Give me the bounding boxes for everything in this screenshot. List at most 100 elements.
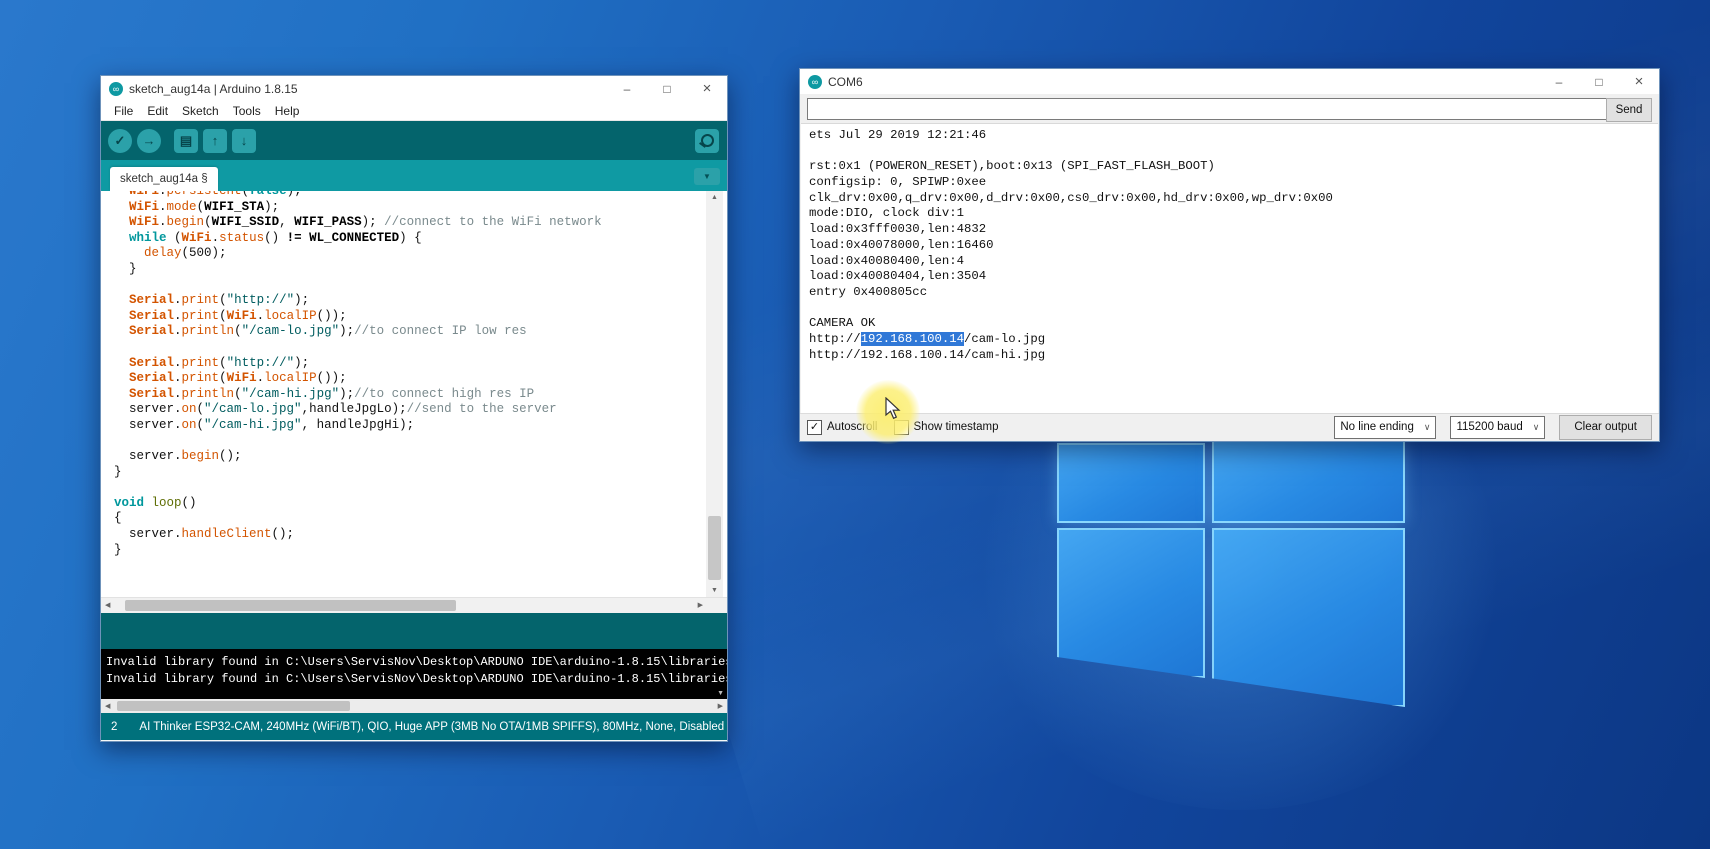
text-line: load:0x40080404,len:3504: [809, 269, 1333, 285]
menu-edit[interactable]: Edit: [140, 104, 175, 118]
text-line: delay(500);: [114, 246, 705, 262]
serial-send-row: Send: [800, 95, 1659, 123]
arduino-app-icon: ∞: [109, 82, 123, 96]
serial-titlebar[interactable]: ∞ COM6 – □ ×: [800, 69, 1659, 94]
send-button[interactable]: Send: [1606, 98, 1652, 122]
text-line: [114, 434, 705, 450]
text-line: Serial.print(WiFi.localIP());: [114, 309, 705, 325]
text-line: http://192.168.100.14/cam-lo.jpg: [809, 332, 1333, 348]
menu-sketch[interactable]: Sketch: [175, 104, 226, 118]
text-line: while (WiFi.status() != WL_CONNECTED) {: [114, 231, 705, 247]
text-line: server.on("/cam-lo.jpg",handleJpgLo);//s…: [114, 402, 705, 418]
verify-icon: ✓: [115, 133, 126, 149]
baud-rate-value: 115200 baud: [1456, 421, 1522, 433]
text-line: load:0x40078000,len:16460: [809, 238, 1333, 254]
serial-monitor-button[interactable]: [695, 129, 719, 153]
text-line: }: [114, 543, 705, 559]
serial-close-button[interactable]: ×: [1619, 69, 1659, 94]
clear-output-button[interactable]: Clear output: [1559, 415, 1652, 440]
menu-tools[interactable]: Tools: [226, 104, 268, 118]
open-button[interactable]: ↑: [203, 129, 227, 153]
text-line: Serial.print("http://");: [114, 356, 705, 372]
text-line: clk_drv:0x00,q_drv:0x00,d_drv:0x00,cs0_d…: [809, 191, 1333, 207]
ide-menubar: File Edit Sketch Tools Help: [101, 101, 727, 121]
new-sketch-icon: ▤: [180, 133, 192, 149]
text-line: server.on("/cam-hi.jpg", handleJpgHi);: [114, 418, 705, 434]
windows-logo-pane: [1057, 528, 1205, 678]
line-ending-select[interactable]: No line ending ∨: [1334, 416, 1436, 439]
text-line: server.handleClient();: [114, 527, 705, 543]
menu-help[interactable]: Help: [268, 104, 307, 118]
chevron-down-icon: ▼: [703, 172, 711, 181]
mouse-cursor: [885, 397, 902, 426]
new-sketch-button[interactable]: ▤: [174, 129, 198, 153]
text-line: WiFi.mode(WIFI_STA);: [114, 200, 705, 216]
arduino-ide-window: ∞ sketch_aug14a | Arduino 1.8.15 – □ × F…: [100, 75, 728, 742]
text-line: mode:DIO, clock div:1: [809, 206, 1333, 222]
show-timestamp-label: Show timestamp: [914, 421, 999, 433]
scroll-up-icon[interactable]: ▲: [706, 194, 723, 201]
console-hscroll-thumb[interactable]: [117, 701, 350, 711]
editor-vscroll-thumb[interactable]: [708, 516, 721, 580]
serial-output-text: ets Jul 29 2019 12:21:46 rst:0x1 (POWERO…: [809, 128, 1333, 363]
text-line: }: [114, 262, 705, 278]
text-line: load:0x3fff0030,len:4832: [809, 222, 1333, 238]
text-line: [114, 278, 705, 294]
editor-horizontal-scrollbar[interactable]: ◀ ▶: [101, 597, 727, 613]
editor-vertical-scrollbar[interactable]: ▲ ▼: [706, 191, 723, 597]
scroll-left-icon[interactable]: ◀: [105, 702, 110, 710]
text-line: [809, 301, 1333, 317]
upload-button[interactable]: →: [137, 129, 161, 153]
menu-file[interactable]: File: [107, 104, 140, 118]
serial-maximize-button[interactable]: □: [1579, 69, 1619, 94]
scroll-left-icon[interactable]: ◀: [105, 601, 110, 609]
ide-statusbar: 2 AI Thinker ESP32-CAM, 240MHz (WiFi/BT)…: [101, 713, 727, 740]
scroll-right-icon[interactable]: ▶: [718, 702, 723, 710]
sketch-tab[interactable]: sketch_aug14a §: [110, 167, 218, 191]
baud-rate-select[interactable]: 115200 baud ∨: [1450, 416, 1545, 439]
ide-close-button[interactable]: ×: [687, 76, 727, 101]
editor-hscroll-thumb[interactable]: [125, 600, 456, 611]
line-ending-value: No line ending: [1340, 421, 1414, 433]
text-line: http://192.168.100.14/cam-hi.jpg: [809, 348, 1333, 364]
ide-maximize-button[interactable]: □: [647, 76, 687, 101]
ide-toolbar: ✓ → ▤ ↑ ↓: [101, 121, 727, 160]
save-button[interactable]: ↓: [232, 129, 256, 153]
serial-minimize-button[interactable]: –: [1539, 69, 1579, 94]
serial-output-area[interactable]: ets Jul 29 2019 12:21:46 rst:0x1 (POWERO…: [801, 123, 1658, 414]
text-line: Serial.println("/cam-hi.jpg");//to conne…: [114, 387, 705, 403]
text-line: Invalid library found in C:\Users\Servis…: [106, 671, 713, 688]
verify-button[interactable]: ✓: [108, 129, 132, 153]
text-line: [114, 480, 705, 496]
text-line: CAMERA OK: [809, 316, 1333, 332]
text-line: entry 0x400805cc: [809, 285, 1333, 301]
chevron-down-icon: ∨: [1533, 422, 1540, 433]
upload-icon: →: [143, 133, 156, 148]
text-line: }: [114, 465, 705, 481]
scroll-down-icon[interactable]: ▼: [717, 690, 724, 697]
ide-minimize-button[interactable]: –: [607, 76, 647, 101]
console-output: Invalid library found in C:\Users\Servis…: [106, 654, 713, 687]
ide-console[interactable]: Invalid library found in C:\Users\Servis…: [101, 649, 727, 699]
text-line: {: [114, 511, 705, 527]
scroll-down-icon[interactable]: ▼: [706, 587, 723, 594]
text-line: Serial.println("/cam-lo.jpg");//to conne…: [114, 324, 705, 340]
serial-input[interactable]: [807, 98, 1609, 120]
code-area[interactable]: WiFi.persistent(false); WiFi.mode(WIFI_S…: [114, 191, 705, 558]
windows-logo: [1057, 440, 1405, 704]
windows-logo-pane: [1057, 443, 1205, 523]
serial-window-title: COM6: [828, 75, 863, 89]
ide-titlebar[interactable]: ∞ sketch_aug14a | Arduino 1.8.15 – □ ×: [101, 76, 727, 101]
text-line: [114, 340, 705, 356]
windows-logo-pane: [1212, 440, 1405, 523]
serial-footer: ✓ Autoscroll Show timestamp No line endi…: [800, 413, 1659, 440]
text-line: void loop(): [114, 496, 705, 512]
text-line: configsip: 0, SPIWP:0xee: [809, 175, 1333, 191]
ide-tabbar: sketch_aug14a § ▼: [101, 160, 727, 191]
code-editor[interactable]: WiFi.persistent(false); WiFi.mode(WIFI_S…: [101, 191, 727, 597]
tab-list-button[interactable]: ▼: [694, 168, 720, 185]
scroll-right-icon[interactable]: ▶: [698, 601, 703, 609]
autoscroll-checkbox[interactable]: ✓: [807, 420, 822, 435]
text-line: rst:0x1 (POWERON_RESET),boot:0x13 (SPI_F…: [809, 159, 1333, 175]
console-horizontal-scrollbar[interactable]: ◀ ▶: [101, 699, 727, 713]
